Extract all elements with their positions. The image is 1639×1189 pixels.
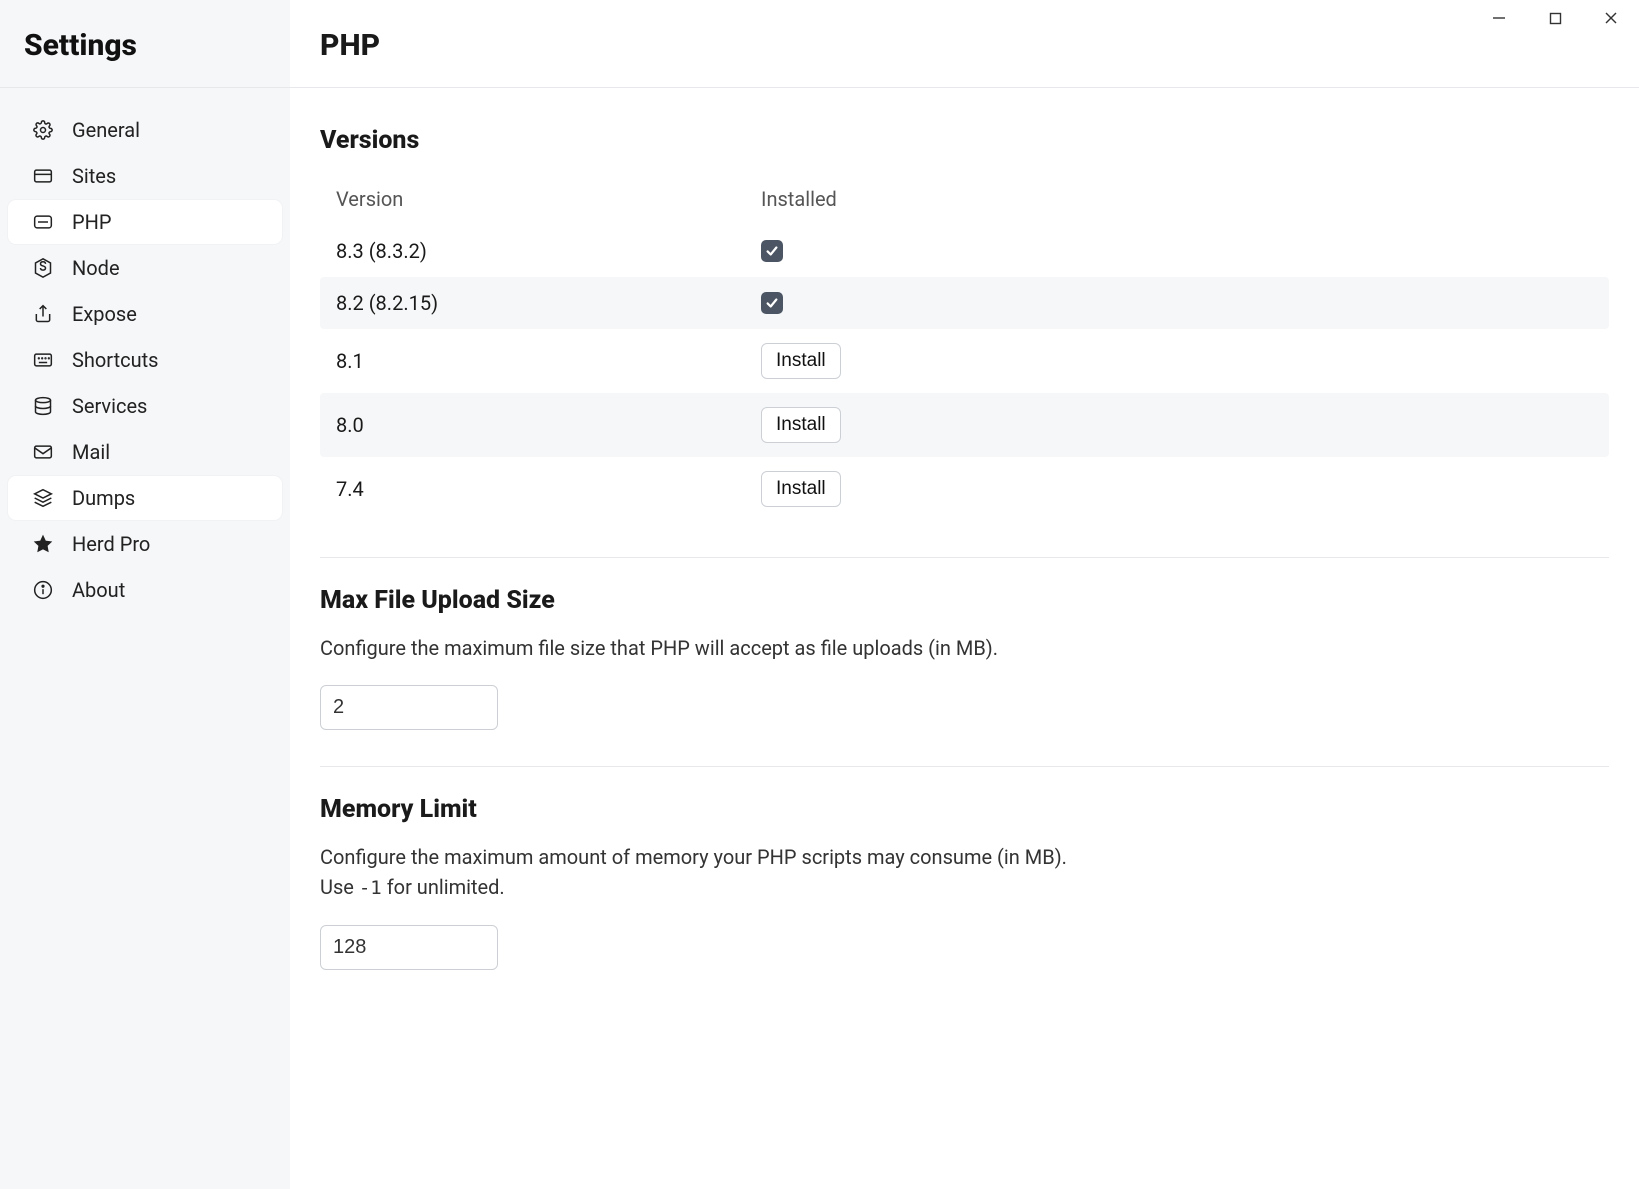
check-icon xyxy=(765,296,779,310)
version-label: 7.4 xyxy=(336,477,761,501)
sidebar-item-label: Expose xyxy=(72,302,137,326)
sidebar-item-label: PHP xyxy=(72,210,112,234)
sidebar-item-node[interactable]: Node xyxy=(8,246,282,290)
memory-limit-description: Configure the maximum amount of memory y… xyxy=(320,842,1609,903)
version-installed-cell: Install xyxy=(761,407,1593,443)
version-row: 7.4Install xyxy=(320,457,1609,521)
sidebar-nav: General Sites PHP Node Expose Shortcuts Servic… xyxy=(0,88,290,632)
version-label: 8.0 xyxy=(336,413,761,437)
sidebar-item-php[interactable]: PHP xyxy=(8,200,282,244)
version-label: 8.1 xyxy=(336,349,761,373)
sidebar-item-mail[interactable]: Mail xyxy=(8,430,282,474)
sidebar-item-services[interactable]: Services xyxy=(8,384,282,428)
sidebar-item-label: Sites xyxy=(72,164,116,188)
versions-header-row: VersionInstalled xyxy=(320,173,1609,225)
check-icon xyxy=(765,244,779,258)
mail-icon xyxy=(32,441,54,463)
sidebar-item-label: Node xyxy=(72,256,120,280)
section-title-memory-limit: Memory Limit xyxy=(320,795,1609,824)
section-title-versions: Versions xyxy=(320,126,1609,155)
versions-col-header-version: Version xyxy=(336,187,761,211)
gear-icon xyxy=(32,119,54,141)
sidebar-item-dumps[interactable]: Dumps xyxy=(8,476,282,520)
sidebar-item-general[interactable]: General xyxy=(8,108,282,152)
version-row: 8.2 (8.2.15) xyxy=(320,277,1609,329)
main-panel: PHP Versions VersionInstalled 8.3 (8.3.2)… xyxy=(290,0,1639,1189)
sidebar-item-label: Dumps xyxy=(72,486,135,510)
version-installed-cell: Install xyxy=(761,343,1593,379)
sidebar-item-expose[interactable]: Expose xyxy=(8,292,282,336)
memory-limit-desc-suffix: for unlimited. xyxy=(382,875,505,899)
max-upload-input[interactable] xyxy=(320,685,498,730)
sidebar-item-label: Herd Pro xyxy=(72,532,150,556)
sidebar-item-about[interactable]: About xyxy=(8,568,282,612)
content-scroll[interactable]: Versions VersionInstalled 8.3 (8.3.2) 8.2 … xyxy=(290,88,1639,1189)
page-header: PHP xyxy=(290,0,1639,88)
versions-table: VersionInstalled 8.3 (8.3.2) 8.2 (8.2.15) 8… xyxy=(320,173,1609,521)
share-icon xyxy=(32,303,54,325)
version-installed-cell: Install xyxy=(761,471,1593,507)
section-max-upload: Max File Upload Size Configure the maxim… xyxy=(320,558,1609,738)
star-icon xyxy=(32,533,54,555)
version-installed-cell xyxy=(761,240,1593,262)
node-icon xyxy=(32,257,54,279)
window-icon xyxy=(32,165,54,187)
minimize-icon xyxy=(1492,11,1506,25)
sidebar-item-label: About xyxy=(72,578,125,602)
window-controls xyxy=(1471,0,1639,36)
version-row: 8.3 (8.3.2) xyxy=(320,225,1609,277)
page-title: PHP xyxy=(320,28,1609,63)
section-memory-limit: Memory Limit Configure the maximum amoun… xyxy=(320,767,1609,978)
sidebar-item-sites[interactable]: Sites xyxy=(8,154,282,198)
installed-checkbox[interactable] xyxy=(761,240,783,262)
sidebar: Settings General Sites PHP Node Expose Shortc… xyxy=(0,0,290,1189)
memory-limit-desc-line1: Configure the maximum amount of memory y… xyxy=(320,845,1067,869)
sidebar-item-herd-pro[interactable]: Herd Pro xyxy=(8,522,282,566)
database-icon xyxy=(32,395,54,417)
sidebar-item-label: General xyxy=(72,118,140,142)
window-minimize-button[interactable] xyxy=(1471,0,1527,36)
memory-limit-input[interactable] xyxy=(320,925,498,970)
installed-checkbox[interactable] xyxy=(761,292,783,314)
versions-col-header-installed: Installed xyxy=(761,187,1593,211)
window-close-button[interactable] xyxy=(1583,0,1639,36)
section-title-max-upload: Max File Upload Size xyxy=(320,586,1609,615)
install-button[interactable]: Install xyxy=(761,471,841,507)
section-versions: Versions VersionInstalled 8.3 (8.3.2) 8.2 … xyxy=(320,98,1609,529)
memory-limit-desc-code: -1 xyxy=(359,877,382,899)
sidebar-item-shortcuts[interactable]: Shortcuts xyxy=(8,338,282,382)
php-icon xyxy=(32,211,54,233)
layers-icon xyxy=(32,487,54,509)
window-maximize-button[interactable] xyxy=(1527,0,1583,36)
info-icon xyxy=(32,579,54,601)
sidebar-item-label: Services xyxy=(72,394,147,418)
maximize-icon xyxy=(1549,12,1562,25)
version-row: 8.0Install xyxy=(320,393,1609,457)
version-label: 8.2 (8.2.15) xyxy=(336,291,761,315)
sidebar-title: Settings xyxy=(0,0,290,87)
version-row: 8.1Install xyxy=(320,329,1609,393)
memory-limit-desc-use: Use xyxy=(320,875,359,899)
sidebar-item-label: Mail xyxy=(72,440,110,464)
close-icon xyxy=(1604,11,1618,25)
max-upload-description: Configure the maximum file size that PHP… xyxy=(320,633,1609,663)
sidebar-item-label: Shortcuts xyxy=(72,348,158,372)
install-button[interactable]: Install xyxy=(761,343,841,379)
version-label: 8.3 (8.3.2) xyxy=(336,239,761,263)
version-installed-cell xyxy=(761,292,1593,314)
install-button[interactable]: Install xyxy=(761,407,841,443)
keyboard-icon xyxy=(32,349,54,371)
